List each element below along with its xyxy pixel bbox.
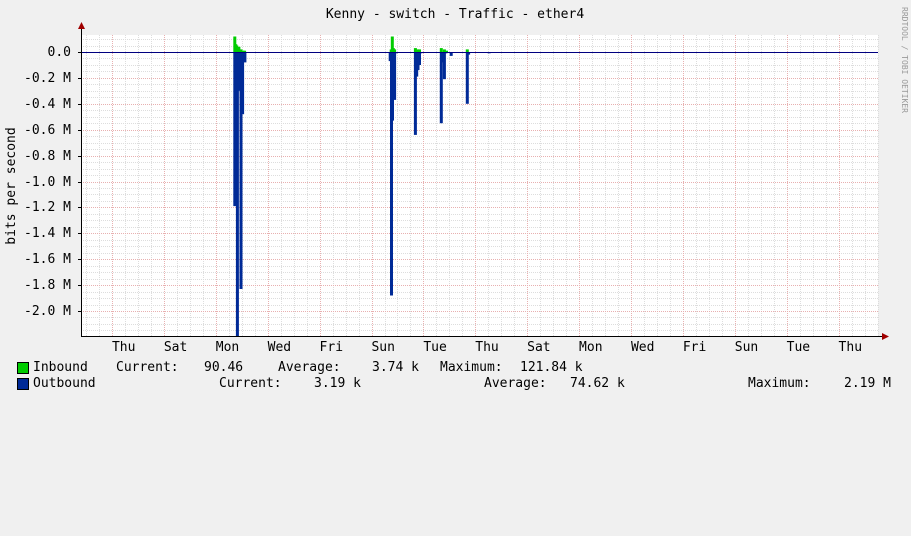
- y-tick-label: -0.2 M: [24, 71, 71, 86]
- inbound-bar: [393, 49, 397, 52]
- inbound-label: Inbound: [33, 360, 88, 375]
- outbound-swatch: [17, 378, 29, 390]
- plot-area: [81, 35, 878, 336]
- outbound-bar: [393, 52, 397, 100]
- x-tick-label: Thu: [839, 340, 862, 355]
- inbound-current-label: Current:: [116, 360, 179, 375]
- outbound-average-label: Average:: [484, 376, 547, 391]
- y-tick-label: -1.2 M: [24, 200, 71, 215]
- x-tick-label: Sun: [735, 340, 758, 355]
- rrdtool-watermark: RRDTOOL / TOBI OETIKER: [900, 7, 909, 113]
- inbound-average-label: Average:: [278, 360, 341, 375]
- y-axis-label: bits per second: [4, 127, 19, 244]
- x-tick-label: Mon: [579, 340, 602, 355]
- x-tick-label: Thu: [475, 340, 498, 355]
- inbound-bar: [439, 48, 443, 52]
- y-tick-label: -1.8 M: [24, 278, 71, 293]
- inbound-current-value: 90.46: [204, 360, 244, 375]
- x-tick-label: Sat: [164, 340, 187, 355]
- x-tick-label: Fri: [683, 340, 706, 355]
- x-tick-label: Tue: [787, 340, 811, 355]
- outbound-maximum-label: Maximum:: [748, 376, 811, 391]
- y-tick-label: -0.4 M: [24, 97, 71, 112]
- y-tick-label: -1.6 M: [24, 252, 71, 267]
- y-tick-label: -2.0 M: [24, 304, 71, 319]
- inbound-maximum-label: Maximum:: [440, 360, 503, 375]
- outbound-maximum-value: 2.19 M: [844, 376, 891, 391]
- x-axis-arrow: [882, 333, 889, 340]
- y-tick-label: -1.0 M: [24, 175, 71, 190]
- inbound-bar: [243, 50, 247, 52]
- outbound-current-value: 3.19 k: [314, 376, 361, 391]
- inbound-swatch: [17, 362, 29, 374]
- y-tick-label: -1.4 M: [24, 226, 71, 241]
- y-tick-label: -0.8 M: [24, 149, 71, 164]
- inbound-average-value: 3.74 k: [372, 360, 419, 375]
- outbound-average-value: 74.62 k: [570, 376, 625, 391]
- outbound-bar: [465, 52, 469, 104]
- outbound-label: Outbound: [33, 376, 96, 391]
- x-tick-label: Sat: [527, 340, 550, 355]
- y-tick-label: 0.0: [48, 45, 71, 60]
- outbound-bar: [418, 52, 421, 65]
- chart-title: Kenny - switch - Traffic - ether4: [326, 7, 584, 22]
- inbound-maximum-value: 121.84 k: [520, 360, 583, 375]
- inbound-bar: [465, 49, 469, 52]
- x-tick-label: Thu: [112, 340, 135, 355]
- y-tick-label: -0.6 M: [24, 123, 71, 138]
- x-tick-label: Mon: [216, 340, 239, 355]
- legend-inbound: Inbound Current: 90.46 Average: 3.74 k M…: [16, 360, 896, 376]
- x-tick-label: Tue: [423, 340, 447, 355]
- x-tick-label: Wed: [631, 340, 654, 355]
- x-tick-label: Sun: [371, 340, 394, 355]
- inbound-bar: [418, 49, 421, 52]
- outbound-bar: [442, 52, 446, 80]
- outbound-bar: [235, 52, 239, 337]
- outbound-bar: [439, 52, 443, 124]
- traffic-graph: 0.0 -0.2 M -0.4 M -0.6 M -0.8 M -1.0 M -1.2 M -…: [0, 0, 911, 400]
- legend-outbound: Outbound Current: 3.19 k Average: 74.62 …: [16, 376, 896, 392]
- x-tick-label: Fri: [320, 340, 343, 355]
- inbound-bar: [445, 50, 448, 52]
- y-axis-arrow: [78, 22, 85, 29]
- outbound-bar: [243, 52, 247, 63]
- chart-canvas: 0.0 -0.2 M -0.4 M -0.6 M -0.8 M -1.0 M -1.2 M -…: [4, 7, 909, 355]
- outbound-current-label: Current:: [219, 376, 282, 391]
- x-tick-label: Wed: [268, 340, 291, 355]
